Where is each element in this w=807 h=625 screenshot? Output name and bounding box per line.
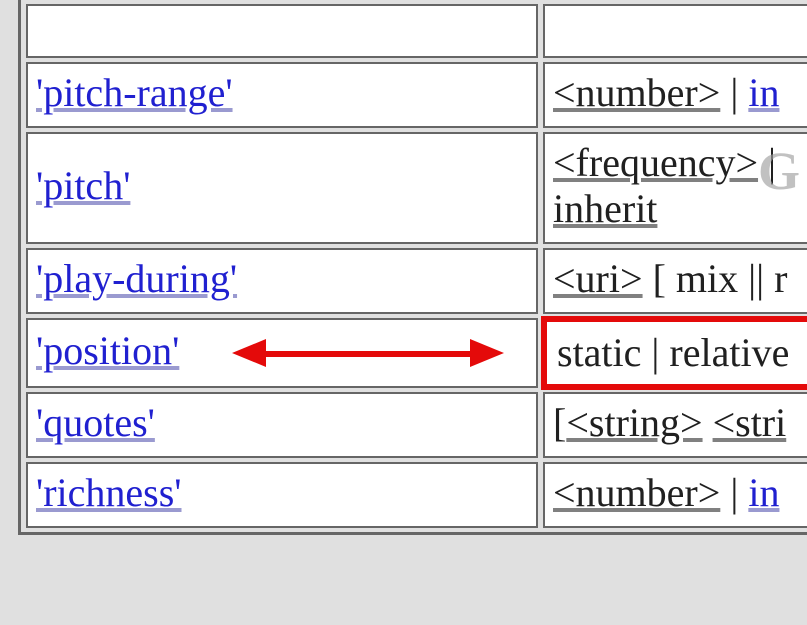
property-cell: 'play-during'	[26, 248, 538, 314]
property-cell: 'quotes'	[26, 392, 538, 458]
table-row: 'quotes' [<string> <stri	[26, 392, 807, 458]
value-cell: [<string> <stri	[543, 392, 807, 458]
table-row: 'richness' <number> | in	[26, 462, 807, 528]
property-link[interactable]: 'richness'	[36, 470, 182, 515]
value-token: <string>	[566, 400, 702, 445]
value-token: static | relative	[557, 330, 789, 375]
property-cell: 'richness'	[26, 462, 538, 528]
value-token: |	[720, 470, 748, 515]
value-cell: <frequency> | inherit	[543, 132, 807, 244]
value-token: inherit	[553, 186, 657, 231]
arrow-annotation	[228, 320, 508, 386]
value-cell-highlighted: static | relative	[543, 318, 807, 388]
value-cell: <number> | in	[543, 62, 807, 128]
arrow-right-head-icon	[470, 339, 504, 367]
value-token: |	[758, 140, 776, 185]
value-token: <frequency>	[553, 140, 758, 185]
table-row: 'play-during' <uri> [ mix || r	[26, 248, 807, 314]
table-row: 'position' static | relative	[26, 318, 807, 388]
property-link[interactable]: 'play-during'	[36, 256, 237, 301]
property-cell: 'position'	[26, 318, 538, 388]
css-property-table: 'pitch-range' <number> | in 'pitch' <fre…	[18, 0, 807, 535]
value-cell: <uri> [ mix || r	[543, 248, 807, 314]
value-token: <uri>	[553, 256, 643, 301]
property-link[interactable]: 'position'	[36, 328, 179, 373]
table-row: 'pitch' <frequency> | inherit	[26, 132, 807, 244]
value-link[interactable]: in	[748, 70, 779, 115]
value-token: [	[553, 400, 566, 445]
arrow-shaft	[264, 351, 472, 357]
value-link[interactable]: in	[748, 470, 779, 515]
value-token	[703, 400, 713, 445]
arrow-left-head-icon	[232, 339, 266, 367]
value-token: <number>	[553, 70, 720, 115]
value-cell: <number> | in	[543, 462, 807, 528]
property-link[interactable]: 'quotes'	[36, 400, 155, 445]
property-link[interactable]: 'pitch'	[36, 163, 130, 208]
property-cell: 'pitch-range'	[26, 62, 538, 128]
property-cell: 'pitch'	[26, 132, 538, 244]
table-row: 'pitch-range' <number> | in	[26, 62, 807, 128]
value-token: |	[720, 70, 748, 115]
table-cell	[26, 4, 538, 58]
value-token: <number>	[553, 470, 720, 515]
value-token: <stri	[713, 400, 787, 445]
value-token: [ mix || r	[643, 256, 788, 301]
table-cell	[543, 4, 807, 58]
property-link[interactable]: 'pitch-range'	[36, 70, 233, 115]
